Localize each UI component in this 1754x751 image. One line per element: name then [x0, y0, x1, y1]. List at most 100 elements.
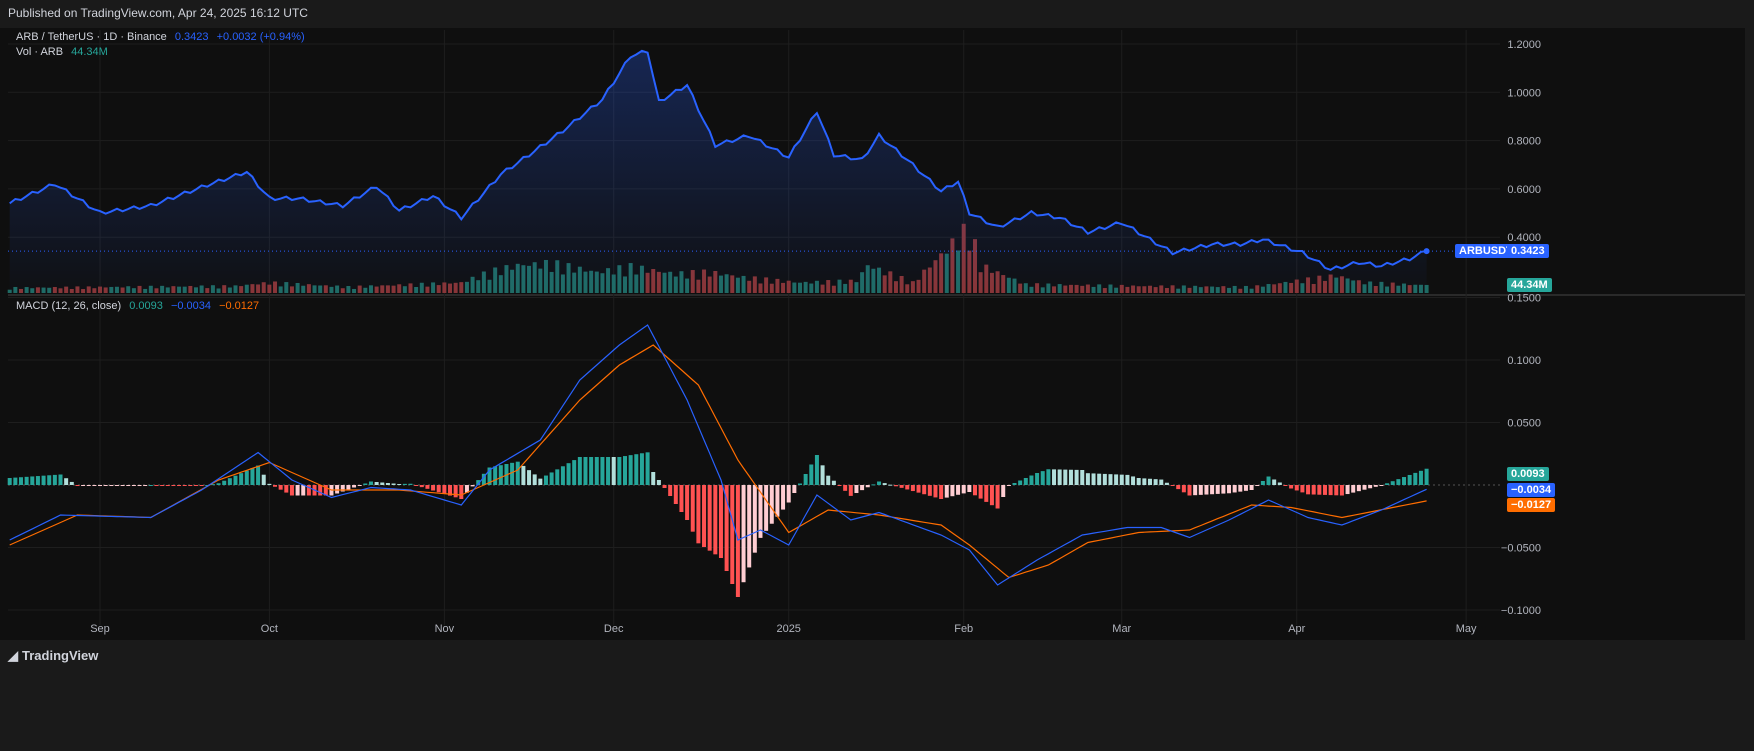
right-border [1745, 28, 1754, 640]
macd-histogram-bar [589, 457, 594, 485]
macd-histogram-bar [278, 485, 283, 490]
macd-histogram-bar [769, 485, 774, 524]
macd-histogram-bar [837, 485, 842, 486]
macd-histogram-bar [854, 485, 859, 494]
macd-histogram-bar [1068, 469, 1073, 485]
macd-histogram-bar [137, 485, 142, 486]
macd-histogram-bar [843, 485, 848, 491]
macd-histogram-bar [1390, 481, 1395, 485]
macd-histogram-bar [882, 483, 887, 485]
macd-histogram-bar [786, 485, 791, 503]
macd-histogram-bar [510, 462, 515, 485]
macd-histogram-bar [81, 485, 86, 486]
macd-legend[interactable]: MACD (12, 26, close) 0.0093 −0.0034 −0.0… [16, 300, 264, 312]
macd-histogram-bar [984, 485, 989, 502]
macd-histogram-bar [402, 483, 407, 485]
chart-canvas[interactable]: Sep Oct Nov Dec 2025 Feb Mar Apr May 1.2000 1.0000… [0, 0, 1754, 751]
macd-signal-value: −0.0127 [219, 300, 260, 312]
macd-histogram-bar [752, 485, 757, 553]
macd-histogram-bar [193, 485, 198, 486]
macd-histogram-bar [165, 485, 170, 486]
time-tick-label: 2025 [776, 623, 800, 635]
macd-signal-tag: −0.0127 [1507, 498, 1556, 512]
macd-histogram-bar [357, 485, 362, 486]
macd-histogram-bar [397, 484, 402, 485]
price-tick-label: 0.6000 [1507, 184, 1541, 196]
macd-histogram-bar [92, 485, 97, 486]
price-area [9, 50, 1427, 294]
volume-legend[interactable]: Vol · ARB 44.34M [16, 46, 113, 58]
macd-histogram-bar [814, 455, 819, 485]
macd-histogram-bar [346, 485, 351, 490]
macd-histogram-bar [1328, 485, 1333, 496]
macd-histogram-bar [702, 485, 707, 547]
macd-histogram-bar [301, 485, 306, 496]
macd-histogram-bar [267, 483, 272, 485]
macd-histogram-bar [47, 475, 52, 485]
macd-histogram-bar [1159, 479, 1164, 485]
macd-histogram-bar [103, 485, 108, 486]
macd-histogram-bar [459, 485, 464, 499]
macd-histogram-bar [114, 485, 119, 486]
macd-histogram-bar [1232, 485, 1237, 493]
price-tick-label: 1.2000 [1507, 39, 1541, 51]
macd-histogram-bar [1294, 485, 1299, 491]
macd-histogram-bar [1379, 485, 1384, 486]
macd-histogram-bar [1413, 472, 1418, 485]
macd-line [9, 324, 1427, 586]
macd-histogram-bar [58, 474, 63, 485]
macd-histogram-bar [1006, 485, 1011, 486]
macd-histogram-bar [1142, 478, 1147, 485]
symbol-name: ARB / TetherUS · 1D · Binance [16, 31, 167, 43]
macd-histogram-bar [910, 485, 915, 492]
macd-histogram-bar [1023, 478, 1028, 485]
macd-histogram-bar [820, 465, 825, 485]
macd-histogram-bar [967, 485, 972, 492]
macd-histogram-bar [950, 485, 955, 497]
macd-histogram-bar [470, 485, 475, 487]
macd-histogram-bar [718, 485, 723, 558]
tradingview-logo[interactable]: ◢ TradingView [8, 648, 98, 664]
macd-histogram-bar [391, 483, 396, 485]
macd-histogram-bar [617, 457, 622, 485]
macd-histogram-bar [1210, 485, 1215, 495]
macd-tick-label: 0.1000 [1507, 355, 1541, 367]
macd-histogram-bar [1334, 485, 1339, 496]
macd-histogram-bar [741, 485, 746, 583]
macd-histogram-bar [227, 478, 232, 485]
macd-histogram-bar [436, 485, 441, 493]
macd-histogram-bar [374, 482, 379, 485]
time-tick-label: Mar [1112, 623, 1131, 635]
macd-histogram-bar [493, 466, 498, 485]
macd-histogram-bar [826, 475, 831, 485]
macd-histogram-bar [651, 472, 656, 485]
macd-histogram-bar [1108, 474, 1113, 485]
macd-histogram-bar [1114, 474, 1119, 485]
macd-histogram-bar [408, 483, 413, 485]
macd-histogram-bar [972, 485, 977, 496]
macd-histogram-bar [30, 476, 35, 485]
volume-label: Vol · ARB [16, 46, 64, 58]
macd-histogram-bar [284, 485, 289, 493]
macd-histogram-bar [1277, 482, 1282, 485]
macd-histogram-bar [289, 485, 294, 496]
last-price: 0.3423 [174, 31, 209, 43]
macd-histogram-bar [1063, 469, 1068, 485]
macd-histogram-bar [143, 485, 148, 486]
price-change: +0.0032 (+0.94%) [216, 31, 305, 43]
macd-histogram-bar [1373, 485, 1378, 487]
macd-histogram-bar [352, 485, 357, 488]
macd-histogram-bar [600, 457, 605, 485]
macd-signal-line [9, 344, 1427, 579]
macd-histogram-bar [1283, 485, 1288, 486]
macd-histogram-bar [380, 482, 385, 485]
macd-histogram-bar [1164, 482, 1169, 485]
macd-histogram-bar [1040, 471, 1045, 485]
macd-histogram-bar [803, 474, 808, 485]
symbol-legend[interactable]: ARB / TetherUS · 1D · Binance 0.3423 +0.… [16, 31, 310, 43]
macd-histogram-bar [1125, 474, 1130, 485]
macd-histogram-bar [515, 461, 520, 485]
macd-histogram-bar [1339, 485, 1344, 496]
macd-histogram-bar [52, 474, 57, 485]
macd-histogram-bar [899, 485, 904, 488]
